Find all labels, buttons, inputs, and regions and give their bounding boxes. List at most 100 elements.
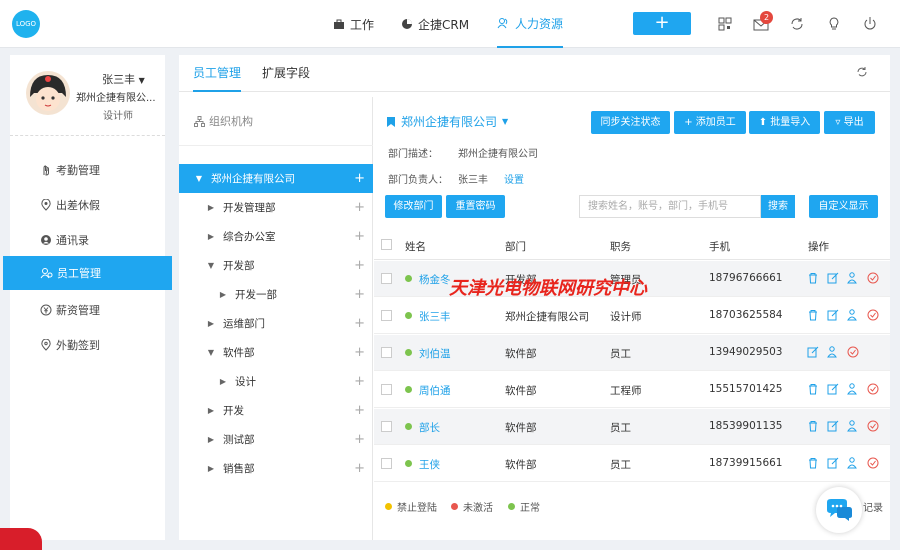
table-row[interactable]: 刘伯温 软件部 员工 13949029503 — [374, 335, 890, 371]
sidebar-item-contacts[interactable]: 通讯录 — [10, 223, 165, 257]
nav-hr[interactable]: 人力资源 — [497, 0, 564, 48]
set-head-link[interactable]: 设置 — [504, 171, 524, 186]
caret-right-icon[interactable]: ▶ — [205, 203, 217, 212]
edit-icon[interactable] — [806, 345, 820, 359]
tree-node[interactable]: ▶ 开发管理部 + — [179, 193, 373, 222]
row-checkbox[interactable] — [381, 458, 392, 469]
nav-work[interactable]: 工作 — [333, 0, 374, 48]
add-subdept-icon[interactable]: + — [354, 345, 365, 360]
user-assign-icon[interactable] — [846, 271, 860, 285]
trash-icon[interactable] — [806, 308, 820, 322]
row-checkbox[interactable] — [381, 384, 392, 395]
user-assign-icon[interactable] — [826, 345, 840, 359]
caret-right-icon[interactable]: ▶ — [217, 377, 229, 386]
caret-down-icon[interactable]: ▼ — [193, 174, 205, 183]
add-subdept-icon[interactable]: + — [354, 287, 365, 302]
search-input[interactable]: 搜索姓名，账号，部门，手机号 — [579, 195, 761, 218]
add-staff-button[interactable]: + 添加员工 — [674, 111, 746, 134]
table-row[interactable]: 王侠 软件部 员工 18739915661 — [374, 446, 890, 482]
add-subdept-icon[interactable]: + — [354, 432, 365, 447]
caret-right-icon[interactable]: ▶ — [205, 319, 217, 328]
sidebar-item-travel-leave[interactable]: 出差休假 — [10, 188, 165, 222]
sidebar-item-field-checkin[interactable]: 外勤签到 — [10, 328, 165, 362]
sidebar-item-attendance[interactable]: 考勤管理 — [10, 153, 165, 187]
add-subdept-icon[interactable]: + — [354, 403, 365, 418]
employee-name[interactable]: 杨金冬 — [419, 272, 451, 287]
edit-icon[interactable] — [826, 308, 840, 322]
sync-follow-status-button[interactable]: 同步关注状态 — [591, 111, 670, 134]
add-subdept-icon[interactable]: + — [354, 200, 365, 215]
logo[interactable]: LOGO — [12, 10, 40, 38]
table-row[interactable]: 张三丰 郑州企捷有限公司 设计师 18703625584 — [374, 298, 890, 334]
power-icon[interactable] — [861, 15, 879, 33]
caret-right-icon[interactable]: ▶ — [205, 406, 217, 415]
select-all-checkbox[interactable] — [381, 239, 392, 250]
refresh-icon[interactable] — [855, 65, 869, 79]
custom-display-button[interactable]: 自定义显示 — [809, 195, 878, 218]
edit-dept-button[interactable]: 修改部门 — [385, 195, 442, 218]
check-circle-icon[interactable] — [866, 419, 880, 433]
table-row[interactable]: 周伯通 软件部 工程师 15515701425 — [374, 372, 890, 408]
add-subdept-icon[interactable]: + — [354, 374, 365, 389]
export-button[interactable]: ▿ 导出 — [824, 111, 875, 134]
check-circle-icon[interactable] — [866, 382, 880, 396]
add-subdept-icon[interactable]: + — [354, 461, 365, 476]
trash-icon[interactable] — [806, 382, 820, 396]
check-circle-icon[interactable] — [846, 345, 860, 359]
tree-node[interactable]: ▶ 开发 + — [179, 396, 373, 425]
chat-button[interactable] — [816, 487, 862, 533]
caret-down-icon[interactable]: ▼ — [205, 261, 217, 270]
row-checkbox[interactable] — [381, 347, 392, 358]
batch-import-button[interactable]: ⬆ 批量导入 — [749, 111, 820, 134]
company-selector[interactable]: 郑州企捷有限公司 ▼ — [386, 113, 508, 130]
row-checkbox[interactable] — [381, 273, 392, 284]
reset-password-button[interactable]: 重置密码 — [446, 195, 505, 218]
avatar[interactable] — [26, 71, 70, 115]
caret-right-icon[interactable]: ▶ — [205, 435, 217, 444]
search-button[interactable]: 搜索 — [761, 195, 795, 218]
edit-icon[interactable] — [826, 382, 840, 396]
row-checkbox[interactable] — [381, 421, 392, 432]
caret-right-icon[interactable]: ▶ — [217, 290, 229, 299]
edit-icon[interactable] — [826, 456, 840, 470]
nav-crm[interactable]: 企捷CRM — [401, 0, 469, 48]
employee-name[interactable]: 王侠 — [419, 457, 440, 472]
sidebar-item-staff[interactable]: 员工管理 — [3, 256, 172, 290]
trash-icon[interactable] — [806, 456, 820, 470]
caret-right-icon[interactable]: ▶ — [205, 232, 217, 241]
trash-icon[interactable] — [806, 419, 820, 433]
add-subdept-icon[interactable]: + — [354, 229, 365, 244]
table-row[interactable]: 部长 软件部 员工 18539901135 — [374, 409, 890, 445]
caret-down-icon[interactable]: ▼ — [205, 348, 217, 357]
user-assign-icon[interactable] — [846, 308, 860, 322]
add-subdept-icon[interactable]: + — [354, 316, 365, 331]
row-checkbox[interactable] — [381, 310, 392, 321]
sidebar-item-salary[interactable]: 薪资管理 — [10, 293, 165, 327]
employee-name[interactable]: 部长 — [419, 420, 440, 435]
edit-icon[interactable] — [826, 419, 840, 433]
tree-node[interactable]: ▼ 开发部 + — [179, 251, 373, 280]
check-circle-icon[interactable] — [866, 456, 880, 470]
caret-right-icon[interactable]: ▶ — [205, 464, 217, 473]
employee-name[interactable]: 刘伯温 — [419, 346, 451, 361]
refresh-icon[interactable] — [788, 15, 806, 33]
tree-node[interactable]: ▶ 综合办公室 + — [179, 222, 373, 251]
edit-icon[interactable] — [826, 271, 840, 285]
tab-staff-management[interactable]: 员工管理 — [193, 55, 242, 92]
tree-node[interactable]: ▶ 销售部 + — [179, 454, 373, 483]
user-name[interactable]: 张三丰 ▼ — [86, 71, 161, 87]
tree-node[interactable]: ▶ 设计 + — [179, 367, 373, 396]
add-subdept-icon[interactable]: + — [354, 258, 365, 273]
check-circle-icon[interactable] — [866, 271, 880, 285]
user-assign-icon[interactable] — [846, 382, 860, 396]
tree-node[interactable]: ▼ 郑州企捷有限公司 + — [179, 164, 373, 193]
tree-node[interactable]: ▼ 软件部 + — [179, 338, 373, 367]
add-subdept-icon[interactable]: + — [354, 171, 365, 186]
employee-name[interactable]: 周伯通 — [419, 383, 451, 398]
tree-node[interactable]: ▶ 运维部门 + — [179, 309, 373, 338]
qrcode-icon[interactable] — [716, 15, 734, 33]
lightbulb-icon[interactable] — [825, 15, 843, 33]
trash-icon[interactable] — [806, 271, 820, 285]
employee-name[interactable]: 张三丰 — [419, 309, 451, 324]
create-button[interactable]: + — [633, 12, 691, 35]
